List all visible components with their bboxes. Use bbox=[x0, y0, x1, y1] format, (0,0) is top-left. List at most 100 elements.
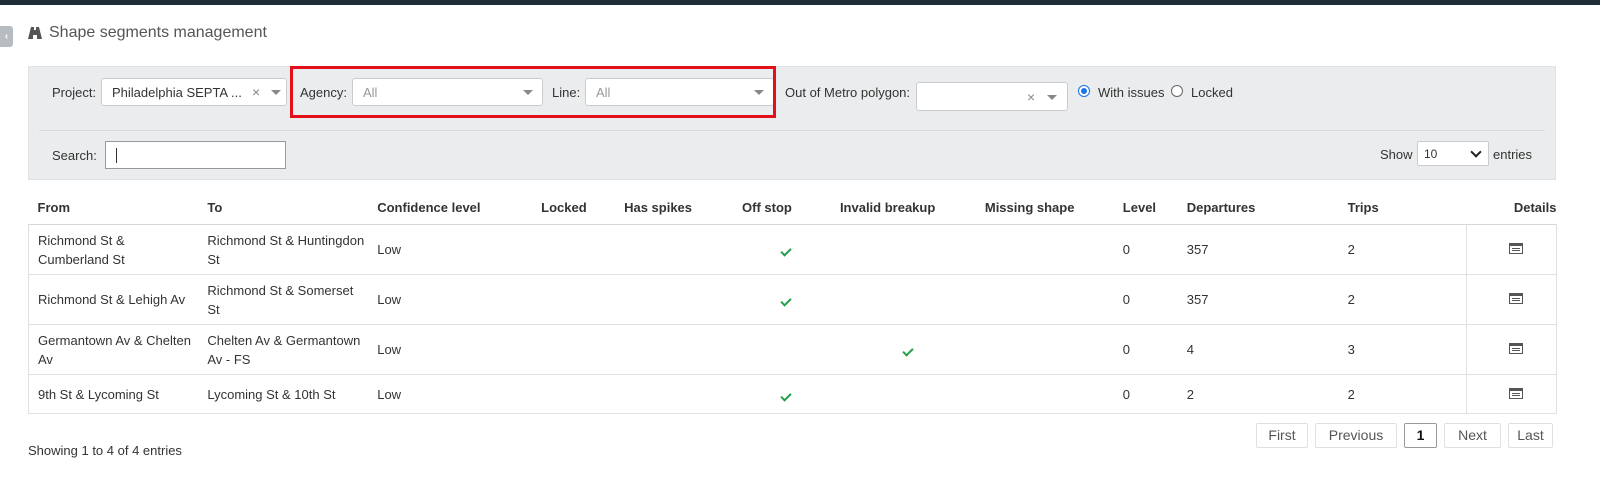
off-stop-cell bbox=[733, 274, 831, 325]
table-detail-icon[interactable] bbox=[1508, 293, 1523, 304]
next-page-button[interactable]: Next bbox=[1444, 423, 1501, 448]
table-row[interactable]: 9th St & Lycoming St Lycoming St & 10th … bbox=[28, 374, 1558, 414]
table-detail-icon[interactable] bbox=[1508, 343, 1523, 354]
from-cell: Richmond St & Cumberland St bbox=[28, 224, 199, 275]
invalid-breakup-cell bbox=[830, 374, 976, 414]
missing-shape-cell bbox=[975, 324, 1114, 375]
column-header[interactable]: Confidence level bbox=[368, 190, 533, 225]
locked-label: Locked bbox=[1191, 85, 1233, 100]
from-cell: Germantown Av & Chelten Av bbox=[28, 324, 199, 375]
metro-select[interactable]: × bbox=[916, 82, 1068, 111]
column-header[interactable]: To bbox=[198, 190, 369, 225]
first-page-button[interactable]: First bbox=[1256, 423, 1308, 448]
to-cell: Richmond St & Huntingdon St bbox=[198, 224, 369, 275]
column-header[interactable]: Trips bbox=[1338, 190, 1467, 225]
chevron-down-icon bbox=[1470, 146, 1482, 158]
confidence-cell: Low bbox=[368, 224, 533, 275]
trips-cell: 2 bbox=[1338, 374, 1467, 414]
check-icon bbox=[780, 389, 793, 402]
column-header[interactable]: Missing shape bbox=[975, 190, 1114, 225]
locked-cell bbox=[532, 374, 616, 414]
spikes-cell bbox=[615, 224, 733, 275]
details-cell bbox=[1465, 374, 1558, 414]
locked-cell bbox=[532, 324, 616, 375]
column-header[interactable]: Level bbox=[1113, 190, 1178, 225]
project-label: Project: bbox=[52, 85, 97, 100]
to-cell: Lycoming St & 10th St bbox=[198, 374, 369, 414]
departures-cell: 4 bbox=[1177, 324, 1339, 375]
check-icon bbox=[902, 345, 914, 357]
missing-shape-cell bbox=[975, 224, 1114, 275]
project-select[interactable]: Philadelphia SEPTA ... × bbox=[101, 78, 287, 106]
from-cell: Richmond St & Lehigh Av bbox=[28, 274, 199, 325]
show-label: Show bbox=[1380, 147, 1413, 162]
details-cell bbox=[1465, 224, 1558, 275]
table-header-row: From To Confidence level Locked Has spik… bbox=[28, 190, 1557, 225]
details-cell bbox=[1465, 324, 1558, 375]
confidence-cell: Low bbox=[368, 274, 533, 325]
caret-down-icon bbox=[271, 90, 281, 95]
departures-cell: 2 bbox=[1177, 374, 1339, 414]
current-page-button[interactable]: 1 bbox=[1404, 423, 1437, 448]
trips-cell: 3 bbox=[1338, 324, 1467, 375]
clear-icon[interactable]: × bbox=[1027, 89, 1035, 105]
text-cursor bbox=[116, 148, 117, 163]
page-size-value: 10 bbox=[1424, 147, 1438, 161]
clear-icon[interactable]: × bbox=[252, 84, 260, 100]
locked-radio[interactable] bbox=[1171, 85, 1183, 97]
trips-cell: 2 bbox=[1338, 274, 1467, 325]
level-cell: 0 bbox=[1113, 224, 1178, 275]
table-row[interactable]: Richmond St & Cumberland St Richmond St … bbox=[28, 224, 1558, 275]
sidebar-toggle-button[interactable]: ‹ bbox=[0, 26, 13, 47]
pagination: First Previous 1 Next Last bbox=[1249, 423, 1553, 448]
project-value: Philadelphia SEPTA ... bbox=[112, 85, 242, 100]
spikes-cell bbox=[615, 374, 733, 414]
table-detail-icon[interactable] bbox=[1508, 387, 1523, 399]
confidence-cell: Low bbox=[368, 374, 533, 414]
locked-cell bbox=[532, 224, 616, 275]
entries-label: entries bbox=[1493, 147, 1533, 162]
column-header[interactable]: Off stop bbox=[733, 190, 831, 225]
page-size-select[interactable]: 10 bbox=[1417, 141, 1489, 166]
column-header[interactable]: From bbox=[28, 190, 199, 225]
to-cell: Richmond St & Somerset St bbox=[198, 274, 369, 325]
table-row[interactable]: Richmond St & Lehigh Av Richmond St & So… bbox=[28, 274, 1558, 325]
column-header[interactable]: Has spikes bbox=[615, 190, 733, 225]
invalid-breakup-cell bbox=[830, 274, 976, 325]
search-label: Search: bbox=[52, 148, 97, 163]
missing-shape-cell bbox=[975, 374, 1114, 414]
search-input[interactable] bbox=[105, 141, 286, 169]
metro-label: Out of Metro polygon: bbox=[785, 85, 911, 100]
departures-cell: 357 bbox=[1177, 274, 1339, 325]
with-issues-radio[interactable] bbox=[1078, 85, 1090, 97]
previous-page-button[interactable]: Previous bbox=[1315, 423, 1397, 448]
level-cell: 0 bbox=[1113, 274, 1178, 325]
table-row[interactable]: Germantown Av & Chelten Av Chelten Av & … bbox=[28, 324, 1558, 375]
column-header[interactable]: Locked bbox=[532, 190, 616, 225]
filter-panel: Project: Philadelphia SEPTA ... × Agency… bbox=[28, 66, 1556, 180]
off-stop-cell bbox=[733, 324, 831, 375]
off-stop-cell bbox=[733, 374, 831, 414]
spikes-cell bbox=[615, 274, 733, 325]
table-detail-icon[interactable] bbox=[1508, 243, 1523, 254]
column-header[interactable]: Departures bbox=[1177, 190, 1339, 225]
invalid-breakup-cell bbox=[830, 224, 976, 275]
last-page-button[interactable]: Last bbox=[1508, 423, 1553, 448]
column-header[interactable]: Invalid breakup bbox=[830, 190, 976, 225]
check-icon bbox=[780, 295, 793, 307]
locked-cell bbox=[532, 274, 616, 325]
to-cell: Chelten Av & Germantown Av - FS bbox=[198, 324, 369, 375]
page-title: Shape segments management bbox=[49, 24, 267, 41]
off-stop-cell bbox=[733, 224, 831, 275]
highlight-box bbox=[290, 66, 776, 118]
spikes-cell bbox=[615, 324, 733, 375]
invalid-breakup-cell bbox=[830, 324, 976, 375]
from-cell: 9th St & Lycoming St bbox=[28, 374, 199, 414]
segments-table: From To Confidence level Locked Has spik… bbox=[28, 190, 1558, 414]
details-cell bbox=[1465, 274, 1558, 325]
table-info: Showing 1 to 4 of 4 entries bbox=[28, 443, 182, 458]
trips-cell: 2 bbox=[1338, 224, 1467, 275]
level-cell: 0 bbox=[1113, 324, 1178, 375]
level-cell: 0 bbox=[1113, 374, 1178, 414]
caret-down-icon bbox=[1047, 95, 1057, 100]
